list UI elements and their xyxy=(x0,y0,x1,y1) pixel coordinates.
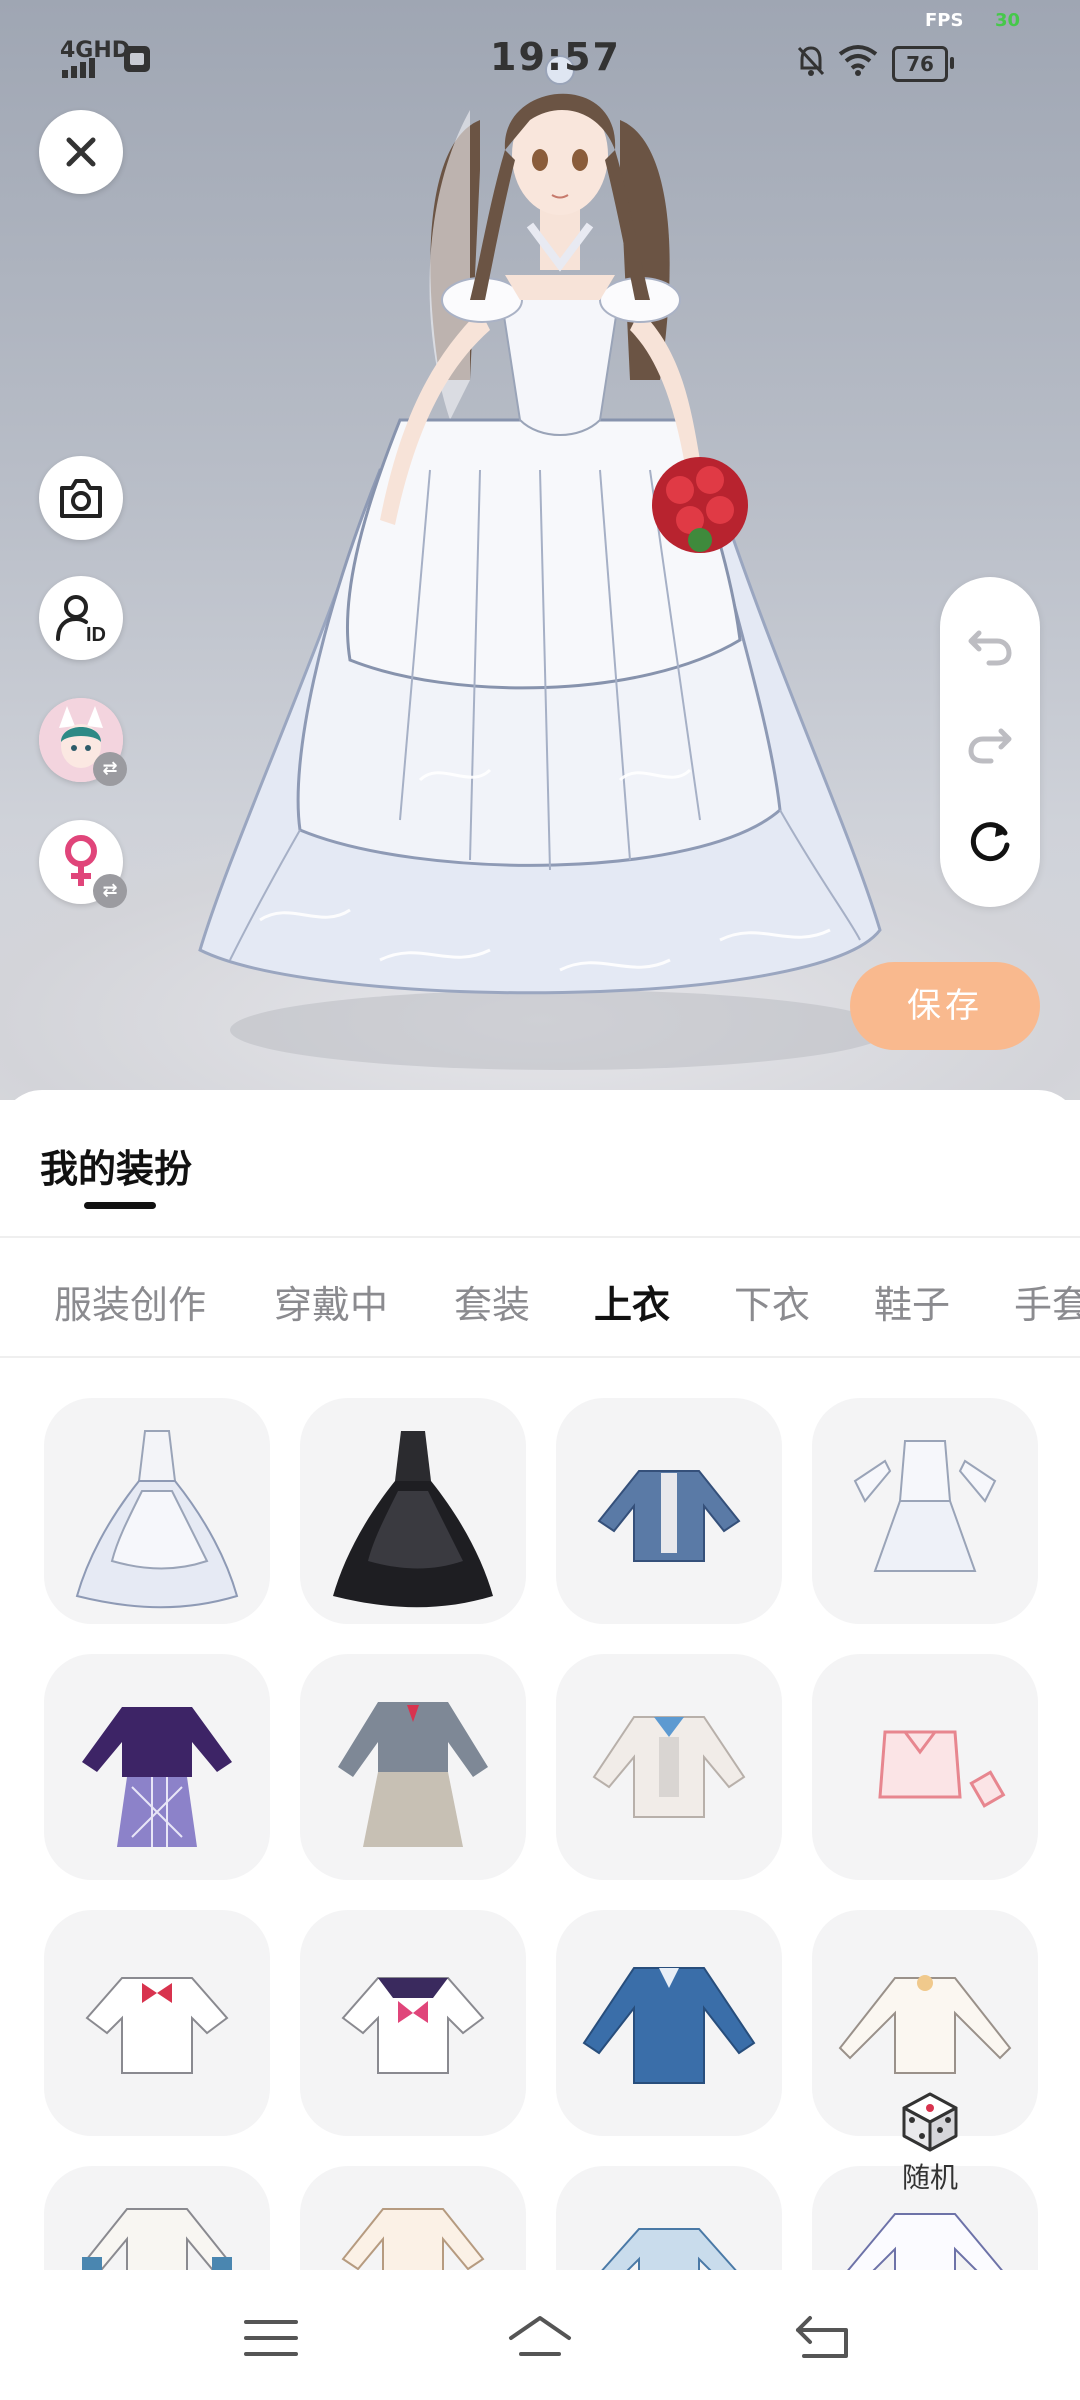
pink-crop-top-icon xyxy=(878,1730,1006,1808)
tab-shoes[interactable]: 鞋子 xyxy=(874,1274,950,1329)
clock: 19:57 xyxy=(490,35,621,79)
system-nav-bar xyxy=(0,2270,1080,2400)
tab-outfit-creation[interactable]: 服装创作 xyxy=(54,1274,206,1329)
item-purple-sweater-plaid-skirt[interactable] xyxy=(44,1654,270,1880)
white-ball-gown-icon xyxy=(75,1430,239,1609)
sheet-title: 我的装扮 xyxy=(40,1147,193,1191)
redo-icon xyxy=(968,728,1012,764)
undo-button[interactable] xyxy=(965,619,1015,669)
item-white-shirt-bow[interactable] xyxy=(44,1910,270,2136)
svg-text:ID: ID xyxy=(86,624,106,645)
item-black-ball-gown[interactable] xyxy=(300,1398,526,1624)
item-pink-crop-top[interactable] xyxy=(812,1654,1038,1880)
screen-record-icon xyxy=(124,46,150,72)
item-grey-uniform-dress[interactable] xyxy=(300,1654,526,1880)
white-shirt-bow-icon xyxy=(85,1977,229,2074)
close-button[interactable] xyxy=(39,110,123,194)
status-bar: 4GHD 19:57 FPS 30 76 xyxy=(0,0,1080,120)
item-white-lolita-dress[interactable] xyxy=(812,1398,1038,1624)
category-tabs: 服装创作 穿戴中 套装 上衣 下衣 鞋子 手套 xyxy=(0,1238,1080,1356)
save-button[interactable]: 保存 xyxy=(850,962,1040,1050)
mute-notification-icon xyxy=(797,46,825,76)
white-cardigan-icon xyxy=(592,1716,746,1818)
tab-sets[interactable]: 套装 xyxy=(454,1274,530,1329)
item-white-cardigan[interactable] xyxy=(556,1654,782,1880)
wifi-icon xyxy=(838,45,878,76)
close-icon xyxy=(66,137,96,167)
grey-uniform-dress-icon xyxy=(338,1702,488,1847)
tab-tops[interactable]: 上衣 xyxy=(594,1274,670,1329)
item-blue-blazer[interactable] xyxy=(556,1910,782,2136)
tab-wearing[interactable]: 穿戴中 xyxy=(274,1274,388,1329)
fps-value: 30 xyxy=(995,10,1021,31)
title-underline xyxy=(84,1202,156,1209)
menu-icon[interactable] xyxy=(236,2308,306,2368)
swap-gender-icon: ⇄ xyxy=(93,874,127,908)
back-icon[interactable] xyxy=(790,2308,860,2368)
item-sailor-shirt[interactable] xyxy=(300,1910,526,2136)
undo-icon xyxy=(968,630,1012,666)
tab-bottoms[interactable]: 下衣 xyxy=(734,1274,810,1329)
camera-icon xyxy=(60,479,102,518)
swap-character-icon: ⇄ xyxy=(93,752,127,786)
random-button[interactable]: 随机 xyxy=(880,2090,980,2200)
tab-gloves[interactable]: 手套 xyxy=(1014,1274,1080,1329)
battery-indicator: 76 xyxy=(892,46,954,82)
gender-button[interactable]: ⇄ xyxy=(39,820,127,908)
denim-jacket-icon xyxy=(597,1470,741,1562)
divider xyxy=(0,1356,1080,1358)
sailor-shirt-icon xyxy=(341,1977,485,2074)
camera-button[interactable] xyxy=(39,456,123,540)
white-lolita-dress-icon xyxy=(853,1440,997,1572)
reset-button[interactable] xyxy=(965,815,1015,865)
signal-icon xyxy=(62,58,95,78)
redo-button[interactable] xyxy=(965,717,1015,767)
item-denim-jacket[interactable] xyxy=(556,1398,782,1624)
edit-history-panel xyxy=(940,577,1040,907)
profile-id-button[interactable]: ID xyxy=(39,576,123,660)
character-model xyxy=(198,55,890,1070)
character-stage[interactable]: 4GHD 19:57 FPS 30 76 xyxy=(0,0,1080,1100)
black-ball-gown-icon xyxy=(333,1431,493,1608)
fps-label: FPS xyxy=(925,10,964,31)
blue-blazer-icon xyxy=(582,1967,756,2084)
dice-icon xyxy=(902,2092,958,2152)
home-icon[interactable] xyxy=(505,2308,575,2368)
profile-id-icon: ID xyxy=(56,595,106,645)
character-avatar-button[interactable]: ⇄ xyxy=(39,698,127,786)
item-white-ball-gown[interactable] xyxy=(44,1398,270,1624)
purple-sweater-icon xyxy=(82,1707,232,1847)
random-label: 随机 xyxy=(901,2161,958,2194)
reset-icon xyxy=(970,822,1010,862)
